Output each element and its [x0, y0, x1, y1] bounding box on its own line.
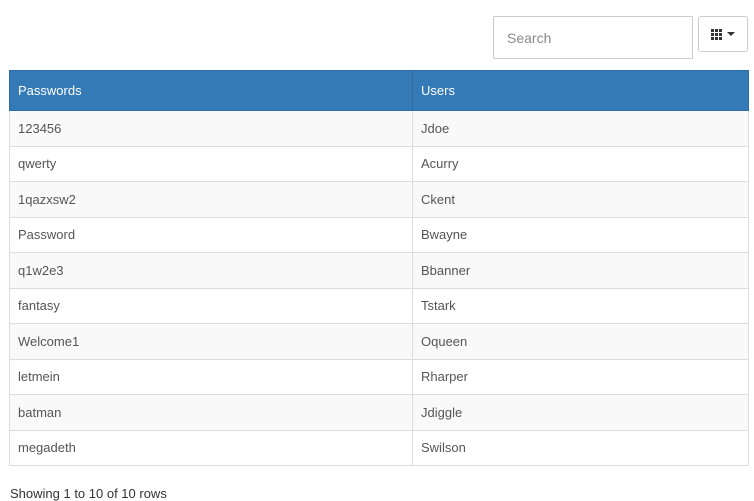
table-row[interactable]: 1qazxsw2 Ckent — [9, 181, 749, 218]
user-cell: Bwayne — [412, 216, 749, 253]
columns-toggle-button[interactable] — [698, 16, 748, 52]
password-cell: q1w2e3 — [9, 252, 413, 289]
user-cell: Jdoe — [412, 110, 749, 147]
table-row[interactable]: Welcome1 Oqueen — [9, 323, 749, 360]
search-input[interactable] — [493, 16, 693, 59]
user-cell: Swilson — [412, 429, 749, 466]
column-header-users[interactable]: Users — [412, 70, 749, 111]
table-row[interactable]: megadeth Swilson — [9, 429, 749, 466]
password-cell: Welcome1 — [9, 323, 413, 360]
table-row[interactable]: q1w2e3 Bbanner — [9, 252, 749, 289]
password-cell: fantasy — [9, 287, 413, 324]
password-cell: megadeth — [9, 429, 413, 466]
user-cell: Bbanner — [412, 252, 749, 289]
table-row[interactable]: 123456 Jdoe — [9, 110, 749, 147]
column-header-passwords[interactable]: Passwords — [9, 70, 413, 111]
pagination-info: Showing 1 to 10 of 10 rows — [10, 486, 167, 501]
table-row[interactable]: Password Bwayne — [9, 216, 749, 253]
table-row[interactable]: qwerty Acurry — [9, 145, 749, 182]
password-cell: 123456 — [9, 110, 413, 147]
user-cell: Acurry — [412, 145, 749, 182]
table-header-row: Passwords Users — [9, 70, 749, 111]
password-cell: 1qazxsw2 — [9, 181, 413, 218]
password-cell: Password — [9, 216, 413, 253]
grid-icon — [711, 28, 722, 40]
table-row[interactable]: batman Jdiggle — [9, 394, 749, 431]
password-cell: letmein — [9, 358, 413, 395]
password-cell: batman — [9, 394, 413, 431]
user-cell: Ckent — [412, 181, 749, 218]
user-cell: Rharper — [412, 358, 749, 395]
data-table: Passwords Users 123456 Jdoe qwerty Acurry 1q… — [9, 70, 749, 466]
table-row[interactable]: fantasy Tstark — [9, 287, 749, 324]
password-cell: qwerty — [9, 145, 413, 182]
caret-down-icon — [727, 32, 735, 36]
user-cell: Oqueen — [412, 323, 749, 360]
user-cell: Tstark — [412, 287, 749, 324]
user-cell: Jdiggle — [412, 394, 749, 431]
table-row[interactable]: letmein Rharper — [9, 358, 749, 395]
